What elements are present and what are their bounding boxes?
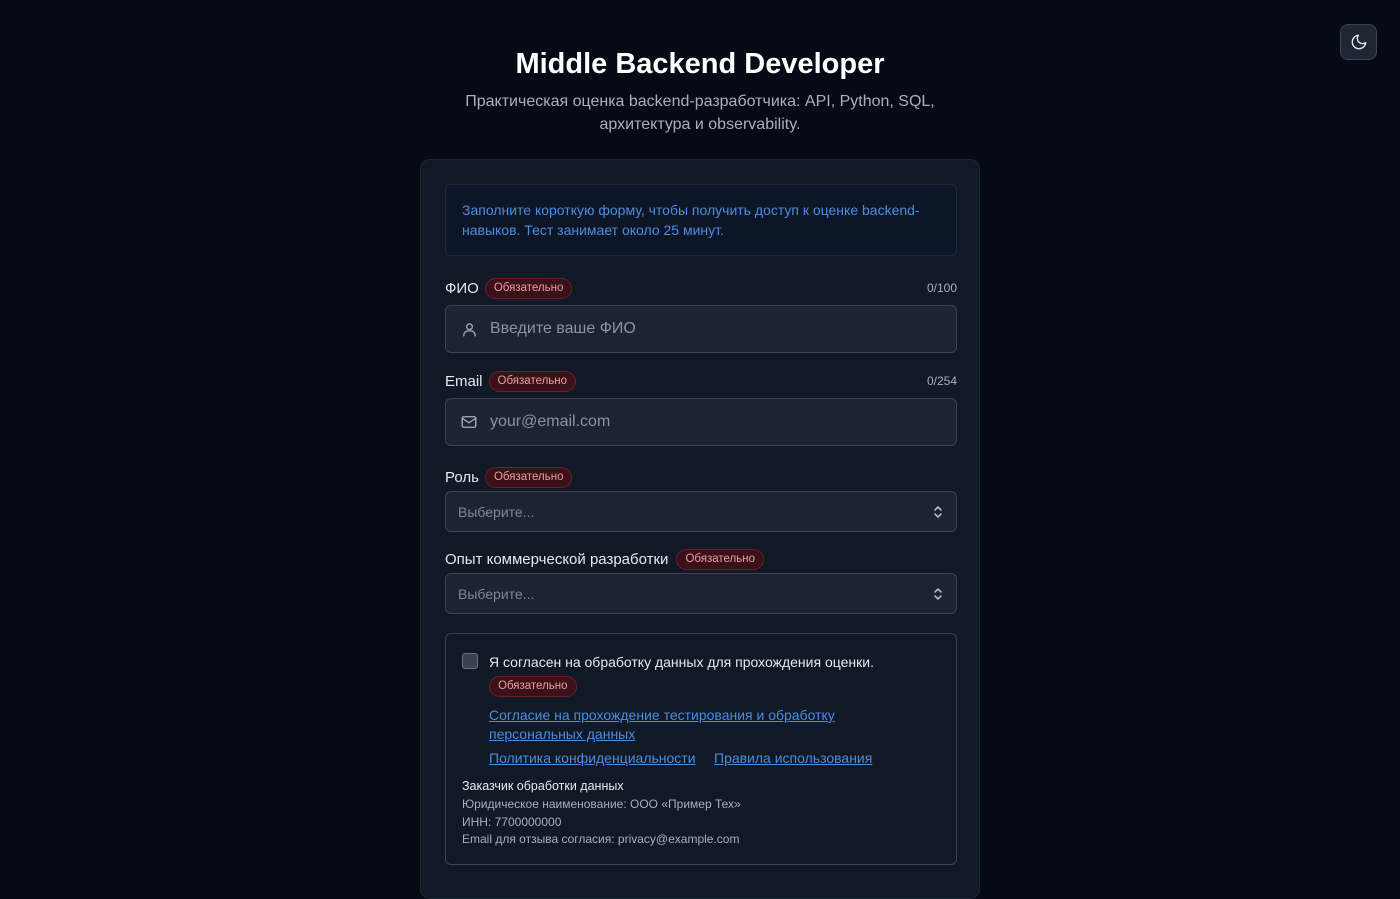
full-name-field[interactable] [445,305,957,353]
role-label: Роль [445,468,479,486]
data-controller-title: Заказчик обработки данных [462,779,624,793]
consent-text: Я согласен на обработку данных для прохо… [489,654,874,670]
chevron-up-down-icon [932,586,944,602]
required-badge: Обязательно [489,676,577,697]
consent-section: Я согласен на обработку данных для прохо… [445,633,957,865]
full-name-label-row: ФИО Обязательно 0/100 [445,277,957,299]
experience-select[interactable]: Выберите... [445,573,957,614]
experience-label-row: Опыт коммерческой разработки Обязательно [445,548,957,570]
email-label-row: Email Обязательно 0/254 [445,370,957,392]
consent-document-link[interactable]: Согласие на прохождение тестирования и о… [489,706,835,726]
registration-form-card: Заполните короткую форму, чтобы получить… [420,159,980,899]
email-input[interactable] [490,413,956,431]
email-counter: 0/254 [926,374,957,388]
required-badge: Обязательно [488,370,577,392]
full-name-input[interactable] [490,320,956,338]
info-notice: Заполните короткую форму, чтобы получить… [445,184,957,256]
terms-of-use-link[interactable]: Правила использования [714,749,872,769]
mail-icon [460,413,478,431]
email-label: Email [445,372,483,390]
consent-document-link-continued[interactable]: персональных данных [489,725,635,745]
user-icon [460,320,478,338]
data-controller-email: Email для отзыва согласия: privacy@examp… [462,832,740,846]
privacy-policy-link[interactable]: Политика конфиденциальности [489,749,696,769]
role-select-value: Выберите... [458,503,535,520]
email-field[interactable] [445,398,957,446]
page-title: Middle Backend Developer [515,48,885,80]
chevron-up-down-icon [932,504,944,520]
required-badge: Обязательно [484,277,573,299]
full-name-label: ФИО [445,279,479,297]
required-badge: Обязательно [676,548,764,570]
page-subtitle: Практическая оценка backend-разработчика… [465,93,935,133]
data-controller-legal-name: Юридическое наименование: ООО «Пример Те… [462,797,741,811]
experience-select-value: Выберите... [458,585,535,602]
data-controller-inn: ИНН: 7700000000 [462,815,562,829]
experience-label: Опыт коммерческой разработки [445,550,669,568]
role-label-row: Роль Обязательно [445,466,957,488]
role-select[interactable]: Выберите... [445,491,957,532]
consent-checkbox[interactable] [462,653,478,669]
full-name-counter: 0/100 [926,281,957,295]
required-badge: Обязательно [484,466,573,488]
